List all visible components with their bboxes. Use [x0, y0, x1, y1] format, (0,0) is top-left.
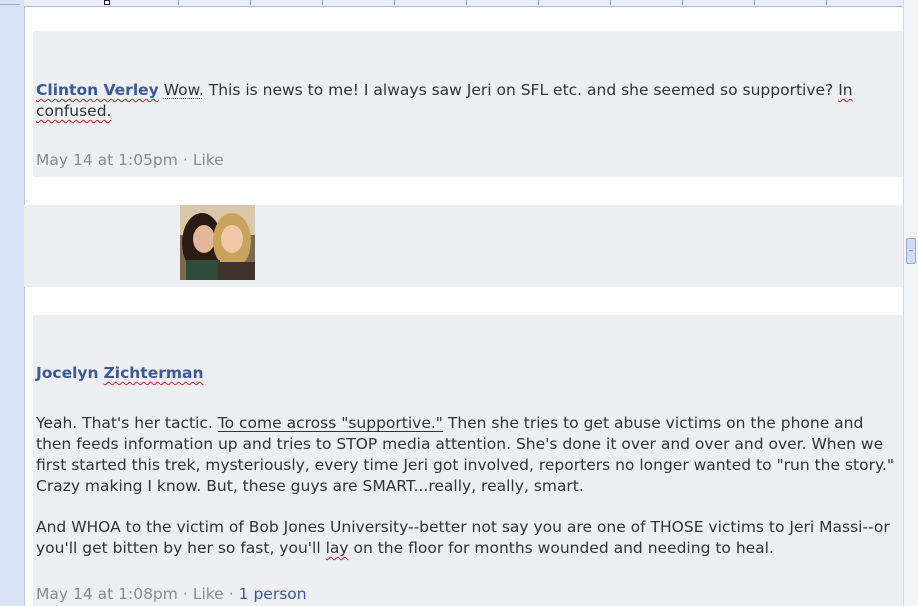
- profile-photo[interactable]: [180, 205, 255, 280]
- ruler-tick: [610, 0, 611, 5]
- comment-body: Clinton Verley Wow. This is news to me! …: [36, 80, 876, 122]
- comment-timestamp[interactable]: May 14 at 1:08pm: [36, 585, 178, 603]
- ruler-tick: [466, 0, 467, 5]
- comment-text: This is news to me! I always saw Jeri on…: [203, 81, 839, 99]
- ruler-tick: [322, 0, 323, 5]
- comment-paragraph-1: Yeah. That's her tactic. To come across …: [36, 413, 896, 497]
- meta-separator: ·: [182, 151, 188, 169]
- two-women-photo-icon: [180, 205, 255, 280]
- meta-separator: ·: [182, 585, 188, 603]
- comment-meta: May 14 at 1:08pm · Like · 1 person: [36, 585, 307, 603]
- horizontal-ruler[interactable]: [24, 0, 904, 7]
- meta-separator: ·: [228, 585, 234, 603]
- comment-text-lead: Wow.: [163, 81, 204, 99]
- ruler-tick: [754, 0, 755, 5]
- ruler-tick: [178, 0, 179, 5]
- spellcheck-word[interactable]: lay: [326, 539, 349, 557]
- comment-author-last[interactable]: Zichterman: [104, 364, 204, 382]
- comment-author-link[interactable]: Clinton Verley: [36, 81, 159, 99]
- comment-paragraph-2: And WHOA to the victim of Bob Jones Univ…: [36, 517, 896, 559]
- comment-clinton-verley: Clinton Verley Wow. This is news to me! …: [33, 31, 903, 177]
- spellcheck-word[interactable]: In: [838, 81, 852, 99]
- paragraph-text: on the floor for months wounded and need…: [348, 539, 774, 557]
- ruler-tick: [394, 0, 395, 5]
- underlined-phrase: To come across "supportive.": [217, 414, 443, 432]
- profile-photo-row: [24, 205, 903, 287]
- comment-author-first[interactable]: Jocelyn: [36, 364, 99, 382]
- spellcheck-word[interactable]: confused.: [36, 102, 112, 120]
- ruler-indent-marker[interactable]: [104, 0, 110, 5]
- ruler-tick: [250, 0, 251, 5]
- ruler-tick: [826, 0, 827, 5]
- ruler-tick: [682, 0, 683, 5]
- comment-timestamp[interactable]: May 14 at 1:05pm: [36, 151, 178, 169]
- ruler-tick: [538, 0, 539, 5]
- comment-meta: May 14 at 1:05pm · Like: [36, 151, 224, 169]
- likes-count-link[interactable]: 1 person: [239, 585, 307, 603]
- like-link[interactable]: Like: [193, 151, 224, 169]
- paragraph-text: Yeah. That's her tactic.: [36, 414, 218, 432]
- scrollbar-thumb[interactable]: [906, 238, 916, 264]
- margin-indicator: [0, 0, 20, 5]
- comment-jocelyn-zichterman: Jocelyn Zichterman Yeah. That's her tact…: [33, 315, 903, 606]
- vertical-scrollbar[interactable]: [903, 0, 918, 606]
- like-link[interactable]: Like: [193, 585, 224, 603]
- editor-left-margin: [0, 0, 25, 606]
- comment-body: Yeah. That's her tactic. To come across …: [36, 413, 896, 579]
- comment-author: Jocelyn Zichterman: [36, 364, 204, 382]
